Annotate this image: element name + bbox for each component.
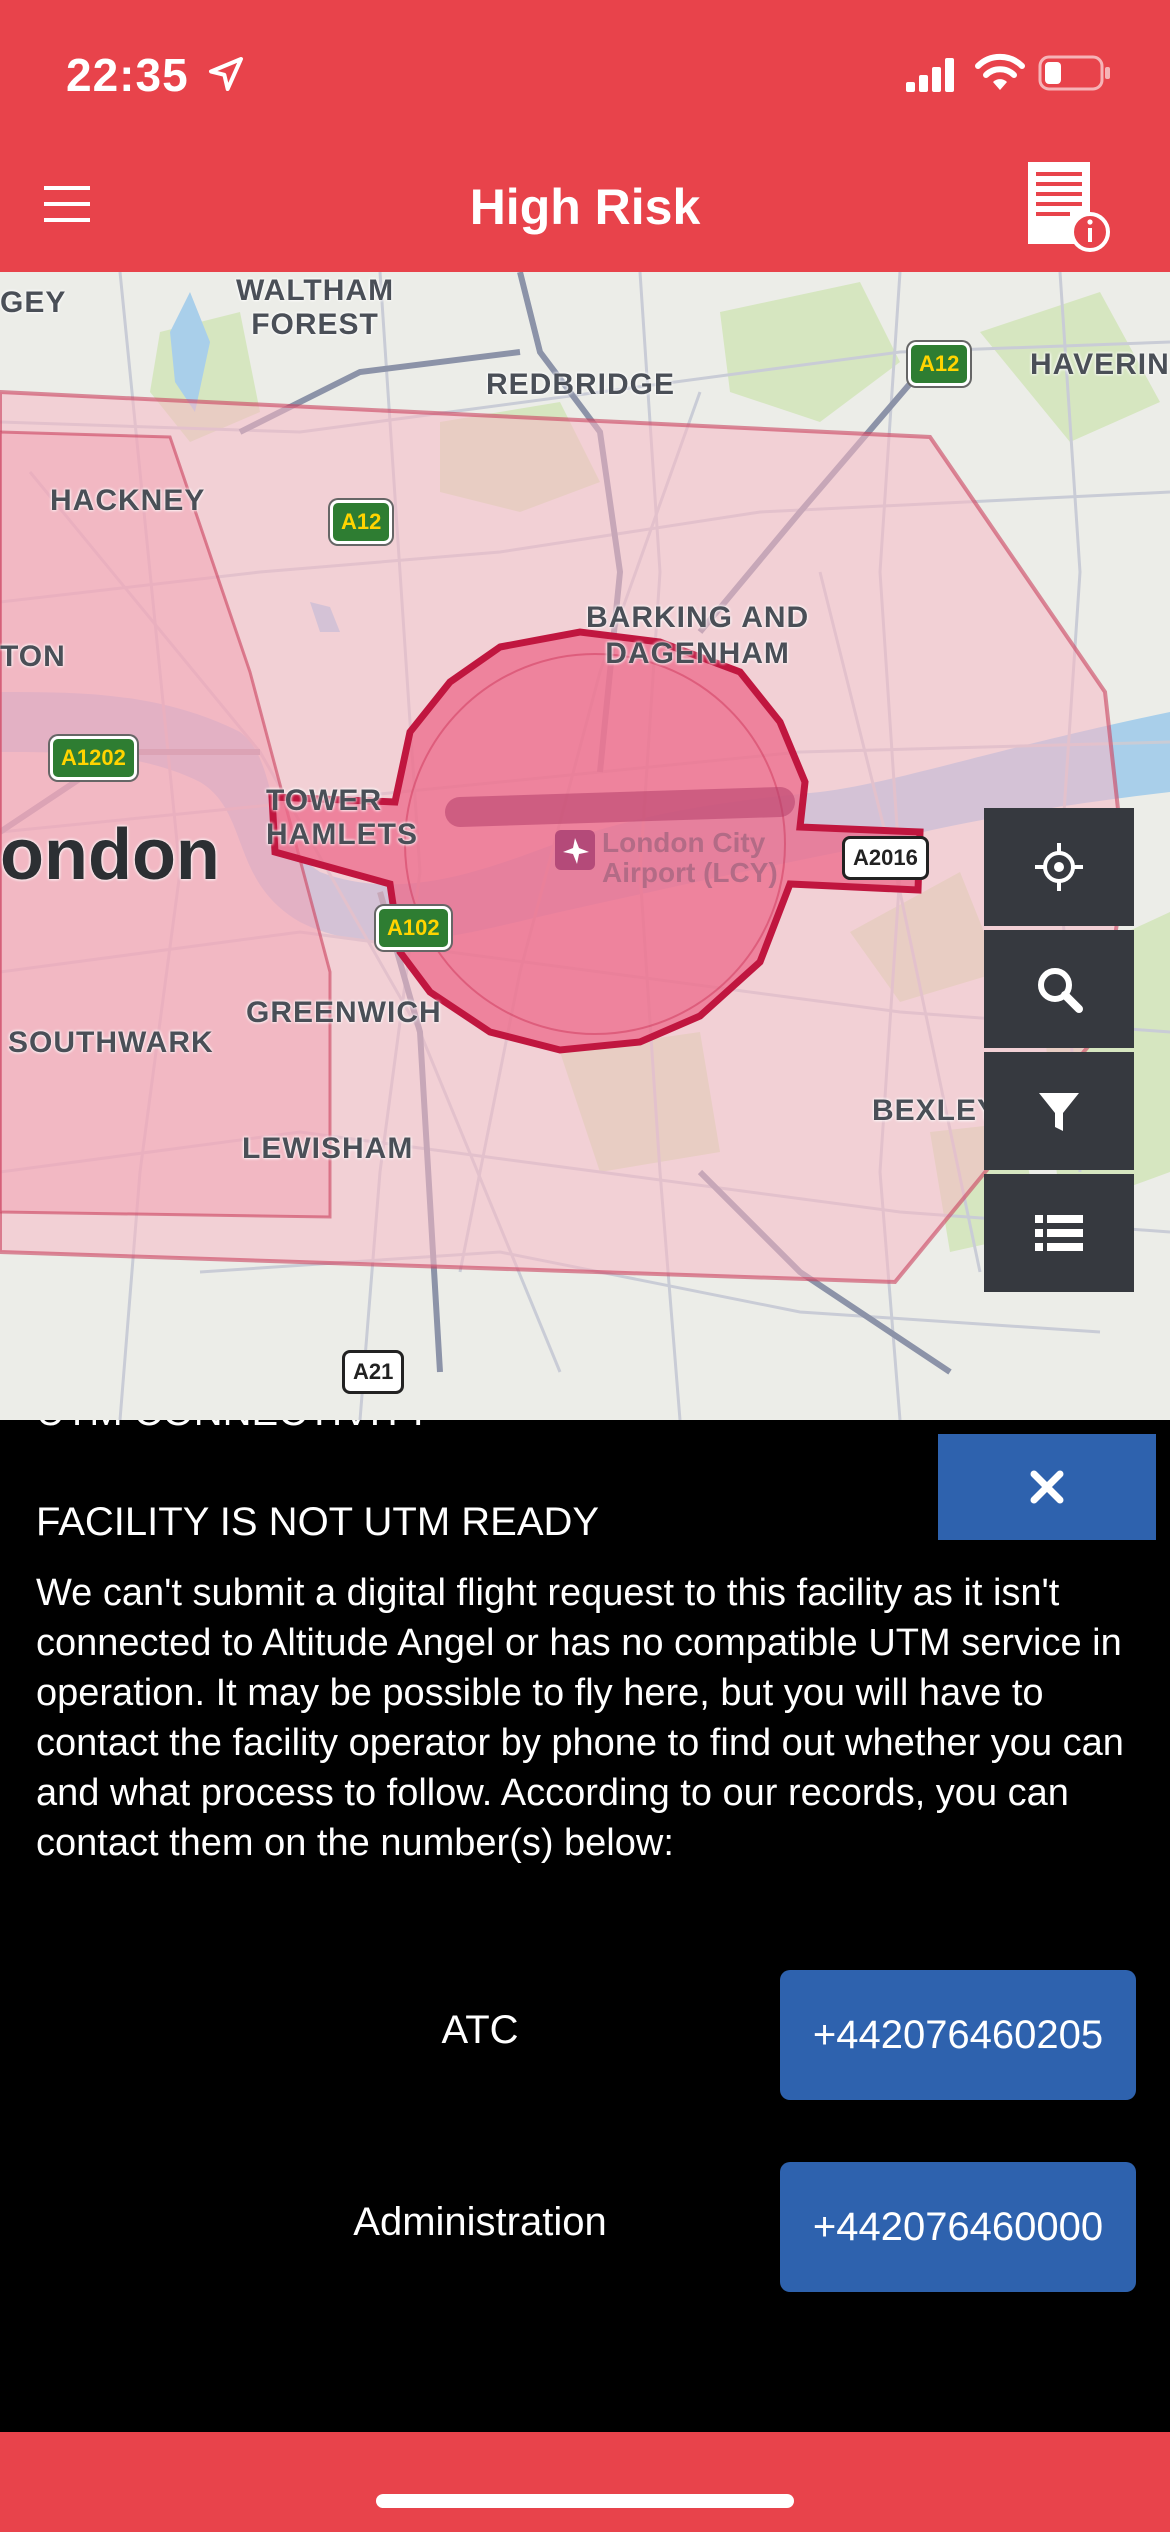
map-label-waltham-forest: WALTHAM FOREST (236, 274, 395, 341)
road-shield-a12-top: A12 (908, 342, 971, 386)
bottom-bar (0, 2432, 1170, 2532)
map-label-hackney: HACKNEY (50, 484, 206, 517)
map-label-ton: TON (0, 640, 66, 673)
contact-label-administration: Administration (353, 2200, 607, 2244)
phone-button-administration[interactable]: +442076460000 (780, 2162, 1136, 2292)
contact-label-atc: ATC (441, 2008, 519, 2052)
map-tools (984, 808, 1134, 1296)
filter-button[interactable] (984, 1052, 1134, 1170)
list-button[interactable] (984, 1174, 1134, 1292)
location-arrow-icon (209, 57, 243, 91)
document-info-icon[interactable] (1020, 160, 1116, 256)
road-shield-a21: A21 (342, 1350, 405, 1394)
search-button[interactable] (984, 930, 1134, 1048)
map-label-barking: BARKING AND DAGENHAM (586, 601, 810, 670)
filter-icon (1039, 1093, 1079, 1131)
facility-description: We can't submit a digital flight request… (36, 1572, 1124, 1864)
road-shield-a1202: A1202 (50, 736, 137, 780)
map-label-tower-hamlets: TOWER HAMLETS (266, 784, 418, 851)
home-indicator[interactable] (376, 2494, 794, 2508)
section-title-utm-connectivity: UTM CONNECTIVITY (36, 1420, 432, 1435)
road-shield-a102: A102 (376, 906, 451, 950)
battery-icon (1038, 55, 1110, 91)
road-shield-a12-left: A12 (330, 500, 393, 544)
map-label-redbridge: REDBRIDGE (486, 368, 676, 401)
facility-heading: FACILITY IS NOT UTM READY (36, 1500, 600, 1544)
phone-button-atc[interactable]: +442076460205 (780, 1970, 1136, 2100)
map-label-greenwich: GREENWICH (246, 996, 442, 1029)
page-title: High Risk (469, 179, 701, 235)
search-icon (1038, 968, 1083, 1013)
close-button[interactable] (938, 1434, 1156, 1540)
locate-icon (1035, 843, 1083, 891)
list-icon (1035, 1215, 1083, 1251)
map-label-bexley: BEXLEY (872, 1094, 999, 1127)
wifi-icon (975, 53, 1025, 90)
map-label-havering: HAVERING (1030, 348, 1170, 381)
close-icon (1030, 1470, 1064, 1504)
locate-button[interactable] (984, 808, 1134, 926)
cellular-signal-icon (906, 58, 954, 92)
map-label-airport: London City Airport (LCY) (602, 827, 778, 888)
map-label-lewisham: LEWISHAM (242, 1132, 414, 1165)
status-time: 22:35 (66, 49, 189, 101)
facility-info-panel[interactable]: UTM CONNECTIVITY FACILITY IS NOT UTM REA… (0, 1420, 1170, 2432)
map-label-gey: GEY (0, 286, 67, 319)
map-label-london: ondon (0, 815, 220, 895)
road-shield-a2016: A2016 (842, 836, 929, 880)
map-label-southwark: SOUTHWARK (8, 1026, 214, 1059)
